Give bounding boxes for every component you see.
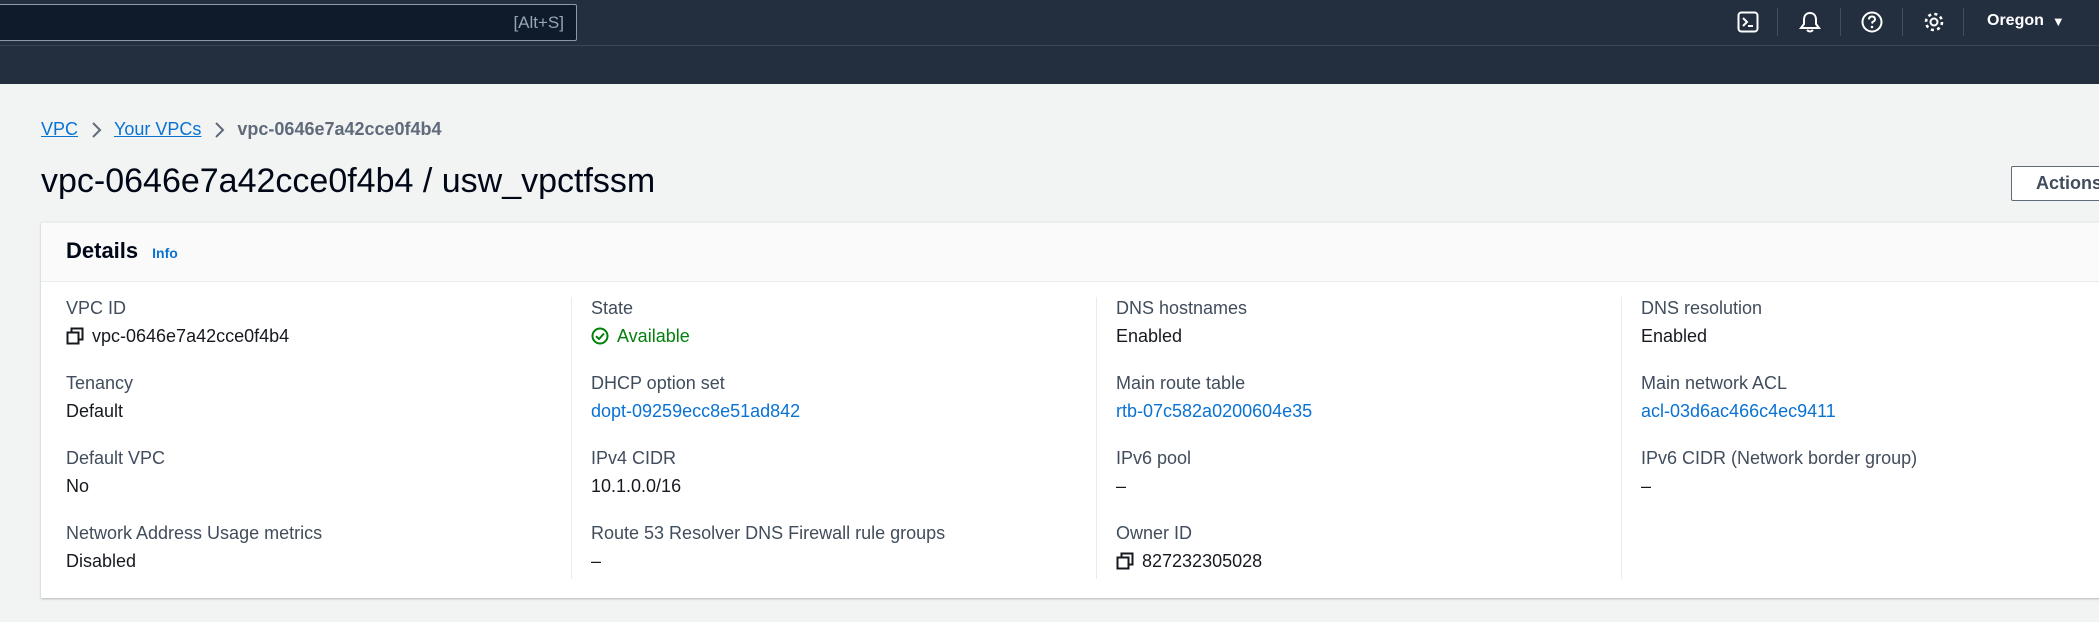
breadcrumb-vpc[interactable]: VPC [41,119,78,140]
copy-icon[interactable] [1116,552,1134,570]
field-label: Main route table [1116,373,1246,393]
caret-down-icon: ▼ [2051,13,2065,29]
chevron-right-icon [213,121,225,139]
cloudshell-icon[interactable] [1735,9,1761,35]
info-link[interactable]: Info [152,245,178,261]
field-dhcp-option-set: DHCP option set dopt-09259ecc8e51ad842 [591,372,1091,422]
field-label: DNS resolution [1641,298,1763,318]
field-value: – [1641,476,1652,496]
field-ipv4-cidr: IPv4 CIDR 10.1.0.0/16 [591,447,1091,497]
vpc-id-value: vpc-0646e7a42cce0f4b4 [92,326,290,346]
main-network-acl-link[interactable]: acl-03d6ac466c4ec9411 [1641,400,2099,422]
settings-icon[interactable] [1921,9,1947,35]
field-label: DHCP option set [591,373,725,393]
field-dns-resolution: DNS resolution Enabled [1641,297,2099,347]
breadcrumb: VPC Your VPCs vpc-0646e7a42cce0f4b4 [41,119,442,140]
notifications-icon[interactable] [1797,9,1823,35]
field-ipv6-cidr: IPv6 CIDR (Network border group) – [1641,447,2099,497]
chevron-right-icon [90,121,102,139]
region-label: Oregon [1987,12,2044,29]
nav-divider [1777,8,1778,36]
field-vpc-id: VPC ID vpc-0646e7a42cce0f4b4 [66,297,566,347]
topbar-divider [0,45,2099,46]
field-value: 827232305028 [1116,550,1616,572]
help-icon[interactable] [1859,9,1885,35]
field-label: VPC ID [66,298,127,318]
field-value: – [1116,476,1127,496]
top-navigation-bar: [Alt+S] Oregon ▼ [0,0,2099,84]
search-shortcut-hint: [Alt+S] [513,13,564,32]
column-divider [1096,297,1097,579]
field-label: Route 53 Resolver DNS Firewall rule grou… [591,523,946,543]
field-state: State Available [591,297,1091,347]
field-label: IPv6 pool [1116,448,1192,468]
dhcp-option-set-link[interactable]: dopt-09259ecc8e51ad842 [591,400,1091,422]
field-label: IPv6 CIDR (Network border group) [1641,448,1918,468]
breadcrumb-your-vpcs[interactable]: Your VPCs [114,119,201,140]
field-main-network-acl: Main network ACL acl-03d6ac466c4ec9411 [1641,372,2099,422]
details-title: Details [66,238,139,263]
field-value: No [66,476,90,496]
field-label: Owner ID [1116,523,1193,543]
field-default-vpc: Default VPC No [66,447,566,497]
field-label: IPv4 CIDR [591,448,677,468]
field-value: Enabled [1116,326,1183,346]
details-header: Details Info [41,223,2099,282]
nav-divider [1902,8,1903,36]
actions-button[interactable]: Actions [2011,166,2099,201]
field-label: Main network ACL [1641,373,1788,393]
nav-divider [1963,8,1964,36]
field-main-route-table: Main route table rtb-07c582a0200604e35 [1116,372,1616,422]
field-route53-firewall: Route 53 Resolver DNS Firewall rule grou… [591,522,1091,572]
column-divider [571,297,572,579]
field-value: 10.1.0.0/16 [591,476,682,496]
field-tenancy: Tenancy Default [66,372,566,422]
owner-id-value: 827232305028 [1142,551,1263,571]
field-label: Network Address Usage metrics [66,523,323,543]
nav-divider [1840,8,1841,36]
state-value: Available [617,326,690,346]
field-value: – [591,551,602,571]
field-ipv6-pool: IPv6 pool – [1116,447,1616,497]
details-container: Details Info VPC ID vpc-0646e7a42cce0f4b… [41,222,2099,598]
field-value: Default [66,401,124,421]
search-input[interactable]: [Alt+S] [0,4,577,41]
field-label: Default VPC [66,448,166,468]
field-value: Disabled [66,551,137,571]
copy-icon[interactable] [66,327,84,345]
field-label: Tenancy [66,373,134,393]
field-value: Available [591,325,1091,347]
field-nau-metrics: Network Address Usage metrics Disabled [66,522,566,572]
column-divider [1621,297,1622,579]
field-owner-id: Owner ID 827232305028 [1116,522,1616,572]
breadcrumb-current: vpc-0646e7a42cce0f4b4 [237,119,442,139]
status-success-icon [591,327,609,345]
page-title: vpc-0646e7a42cce0f4b4 / usw_vpctfssm [41,162,656,200]
field-value: Enabled [1641,326,1708,346]
field-dns-hostnames: DNS hostnames Enabled [1116,297,1616,347]
main-route-table-link[interactable]: rtb-07c582a0200604e35 [1116,400,1616,422]
field-value: vpc-0646e7a42cce0f4b4 [66,325,566,347]
field-label: State [591,298,634,318]
field-label: DNS hostnames [1116,298,1248,318]
region-selector[interactable]: Oregon ▼ [1987,12,2065,30]
